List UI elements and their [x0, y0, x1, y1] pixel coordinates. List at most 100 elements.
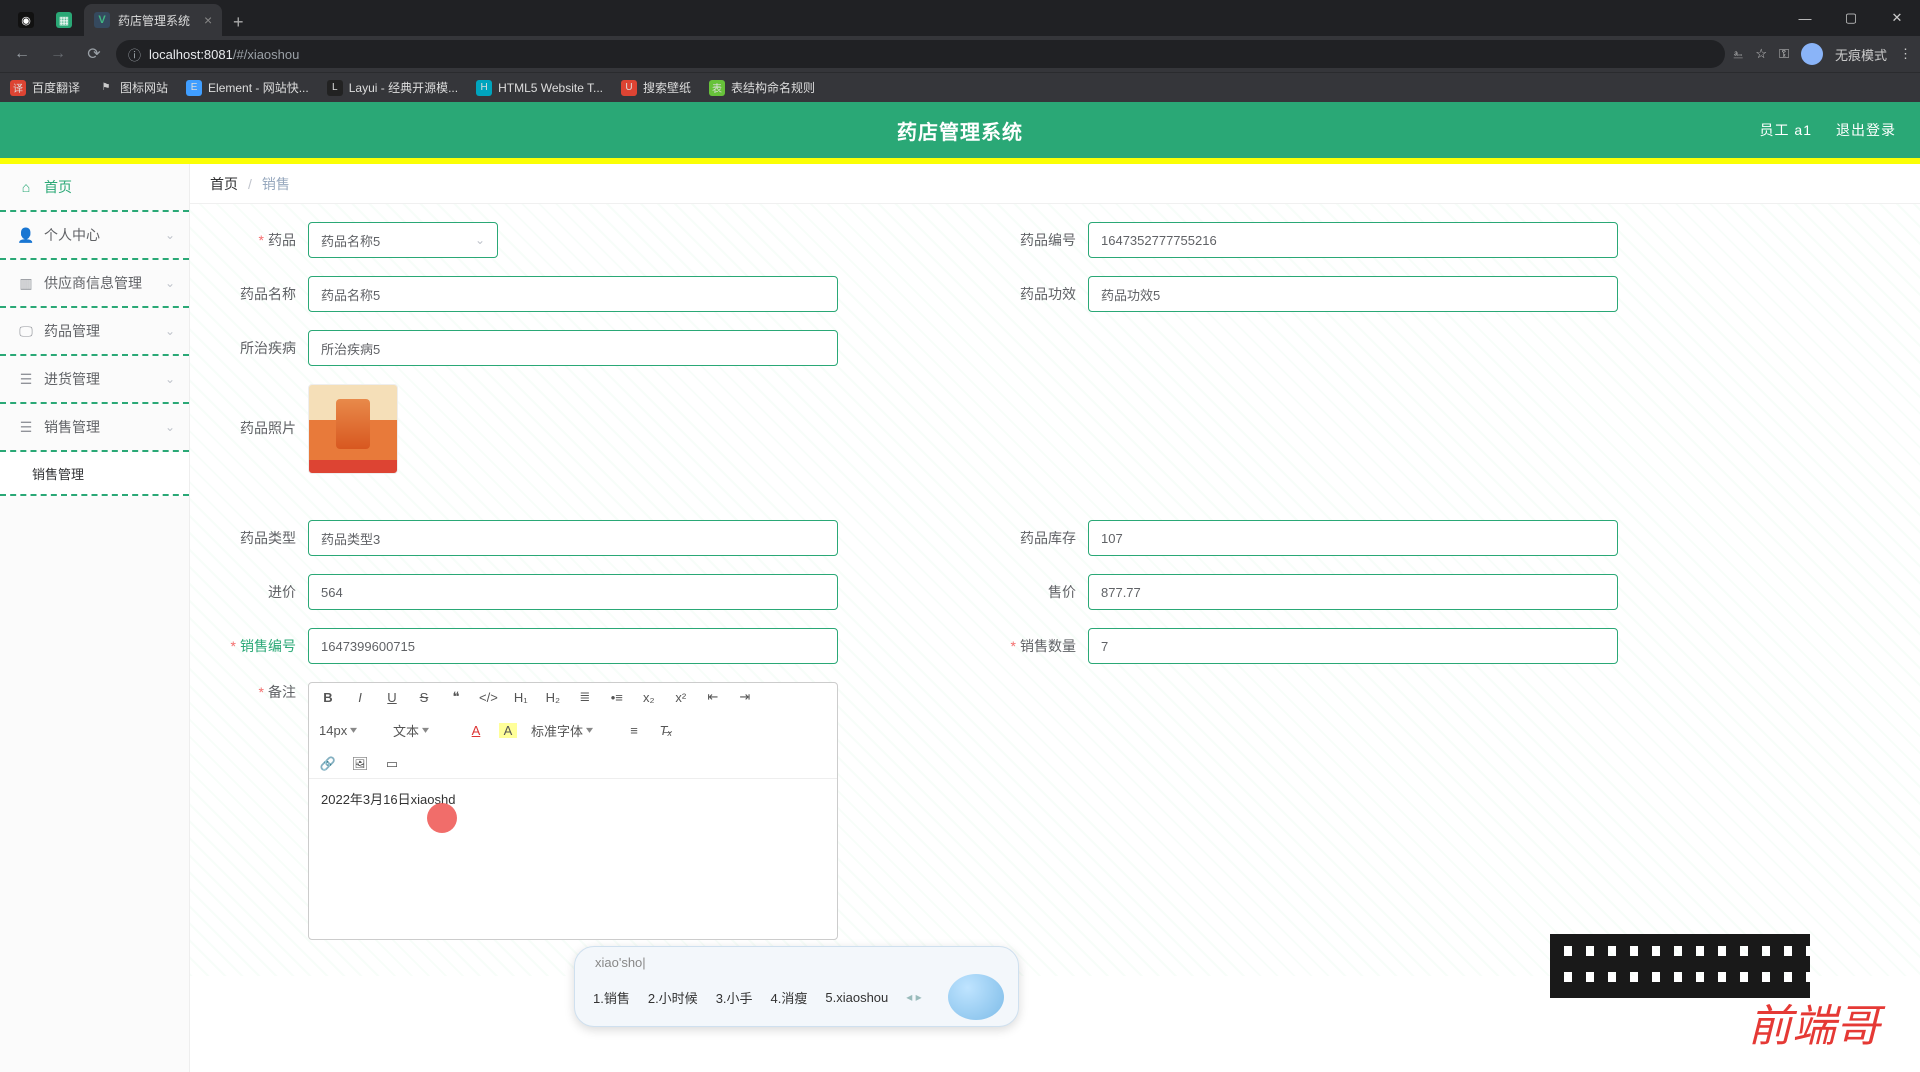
user-label[interactable]: 员工 a1 [1760, 120, 1812, 140]
sidebar-item-home[interactable]: ⌂ 首页 [0, 164, 189, 212]
disease-label: 所治疾病 [218, 338, 308, 358]
h1-button[interactable]: H₁ [512, 690, 530, 705]
ime-candidate[interactable]: 3.小手 [716, 988, 753, 1007]
underline-button[interactable]: U [383, 690, 401, 705]
disease-input[interactable] [308, 330, 838, 366]
type-input[interactable] [308, 520, 838, 556]
app-header: 药店管理系统 员工 a1 退出登录 [0, 102, 1920, 158]
list-icon: ☰ [18, 419, 34, 436]
forward-button[interactable]: → [44, 40, 72, 68]
breadcrumb-root[interactable]: 首页 [210, 174, 238, 194]
superscript-button[interactable]: x² [672, 690, 690, 705]
sidebar-item-drugs[interactable]: 🖵 药品管理 ⌄ [0, 308, 189, 356]
editor-toolbar: B I U S ❝ </> H₁ H₂ ≣ •≡ x₂ x² ⇤ [309, 683, 837, 779]
bookmark-item[interactable]: EElement - 网站快... [186, 79, 309, 96]
ime-candidate[interactable]: 2.小时候 [648, 988, 698, 1007]
italic-button[interactable]: I [351, 690, 369, 705]
sidebar: ⌂ 首页 👤 个人中心 ⌄ ▥ 供应商信息管理 ⌄ 🖵 药品管理 ⌄ ☰ 进货管… [0, 164, 190, 1072]
bg-color-button[interactable]: A [499, 723, 517, 738]
sidebar-item-profile[interactable]: 👤 个人中心 ⌄ [0, 212, 189, 260]
drug-code-input[interactable] [1088, 222, 1618, 258]
home-icon: ⌂ [18, 179, 34, 195]
site-icon: U [621, 80, 637, 96]
chart-icon: ▥ [18, 275, 34, 292]
browser-tab-strip: ◉ ▦ V 药店管理系统 × + — ▢ ✕ [0, 0, 1920, 36]
browser-tab[interactable]: ▦ [46, 4, 82, 36]
ordered-list-button[interactable]: ≣ [576, 689, 594, 705]
font-family-select[interactable]: 标准字体▾ [531, 721, 611, 740]
drug-photo-thumbnail[interactable] [308, 384, 398, 474]
stock-input[interactable] [1088, 520, 1618, 556]
menu-icon[interactable]: ⋮ [1899, 46, 1912, 62]
purchase-price-label: 进价 [218, 582, 308, 602]
sidebar-item-sales[interactable]: ☰ 销售管理 ⌄ [0, 404, 189, 452]
image-button[interactable]: 🖼 [351, 756, 369, 772]
browser-tab-active[interactable]: V 药店管理系统 × [84, 4, 222, 36]
unordered-list-button[interactable]: •≡ [608, 690, 626, 705]
profile-avatar[interactable] [1801, 43, 1823, 65]
h2-button[interactable]: H₂ [544, 690, 562, 705]
bookmark-item[interactable]: ⚑图标网站 [98, 79, 168, 96]
browser-tab[interactable]: ◉ [8, 4, 44, 36]
close-window-button[interactable]: ✕ [1874, 0, 1920, 36]
font-color-button[interactable]: A [467, 723, 485, 738]
bookmark-item[interactable]: U搜索壁纸 [621, 79, 691, 96]
drug-effect-label: 药品功效 [998, 284, 1088, 304]
ime-candidate[interactable]: 4.消瘦 [771, 988, 808, 1007]
bold-button[interactable]: B [319, 690, 337, 705]
sidebar-item-label: 首页 [44, 177, 72, 197]
sale-no-input[interactable] [308, 628, 838, 664]
video-button[interactable]: ▭ [383, 756, 401, 772]
sidebar-subitem-label: 销售管理 [32, 464, 84, 483]
key-icon[interactable]: ⚿ [1779, 46, 1789, 62]
block-type-select[interactable]: 文本▾ [393, 721, 453, 740]
sale-qty-input[interactable] [1088, 628, 1618, 664]
quote-button[interactable]: ❝ [447, 689, 465, 705]
remark-label: 备注 [218, 682, 308, 702]
url-host: localhost:8081 [149, 47, 233, 62]
bookmark-item[interactable]: 表表结构命名规则 [709, 79, 815, 96]
link-button[interactable]: 🔗 [319, 756, 337, 772]
drug-name-input[interactable] [308, 276, 838, 312]
rich-text-editor: B I U S ❝ </> H₁ H₂ ≣ •≡ x₂ x² ⇤ [308, 682, 838, 940]
maximize-button[interactable]: ▢ [1828, 0, 1874, 36]
code-button[interactable]: </> [479, 690, 498, 705]
strike-button[interactable]: S [415, 690, 433, 705]
drug-effect-input[interactable] [1088, 276, 1618, 312]
incognito-label: 无痕模式 [1835, 45, 1887, 64]
bookmark-star-icon[interactable]: ☆ [1755, 46, 1767, 62]
bookmark-item[interactable]: 译百度翻译 [10, 79, 80, 96]
translate-icon[interactable]: ⎁ [1733, 46, 1743, 62]
url-input[interactable]: ⓘ localhost:8081/#/xiaoshou [116, 40, 1725, 68]
ime-composition: xiao'sho| [593, 953, 1004, 974]
align-button[interactable]: ≡ [625, 723, 643, 738]
globe-icon: ◉ [18, 12, 34, 28]
editor-content[interactable]: 2022年3月16日xiaoshd [309, 779, 837, 939]
chevron-down-icon: ⌄ [165, 372, 175, 386]
sidebar-subitem-sales-manage[interactable]: 销售管理 [0, 452, 189, 496]
ime-candidate[interactable]: 1.销售 [593, 988, 630, 1007]
indent-button[interactable]: ⇥ [736, 689, 754, 705]
font-size-select[interactable]: 14px▾ [319, 723, 379, 738]
breadcrumb-current: 销售 [262, 174, 290, 194]
address-bar: ← → ⟳ ⓘ localhost:8081/#/xiaoshou ⎁ ☆ ⚿ … [0, 36, 1920, 72]
sidebar-item-purchase[interactable]: ☰ 进货管理 ⌄ [0, 356, 189, 404]
sidebar-item-supplier[interactable]: ▥ 供应商信息管理 ⌄ [0, 260, 189, 308]
reload-button[interactable]: ⟳ [80, 40, 108, 68]
ime-pager[interactable]: ◂ ▸ [906, 990, 921, 1004]
bookmark-item[interactable]: LLayui - 经典开源模... [327, 79, 458, 96]
close-icon[interactable]: × [204, 12, 212, 28]
minimize-button[interactable]: — [1782, 0, 1828, 36]
ime-candidate[interactable]: 5.xiaoshou [825, 990, 888, 1005]
subscript-button[interactable]: x₂ [640, 690, 658, 705]
sale-price-input[interactable] [1088, 574, 1618, 610]
outdent-button[interactable]: ⇤ [704, 689, 722, 705]
back-button[interactable]: ← [8, 40, 36, 68]
drug-select[interactable]: 药品名称5 ⌄ [308, 222, 498, 258]
chevron-down-icon: ⌄ [475, 233, 485, 247]
bookmark-item[interactable]: HHTML5 Website T... [476, 80, 603, 96]
clear-format-button[interactable]: T̶ₓ [657, 723, 675, 738]
logout-link[interactable]: 退出登录 [1836, 120, 1896, 140]
purchase-price-input[interactable] [308, 574, 838, 610]
new-tab-button[interactable]: + [224, 8, 252, 36]
